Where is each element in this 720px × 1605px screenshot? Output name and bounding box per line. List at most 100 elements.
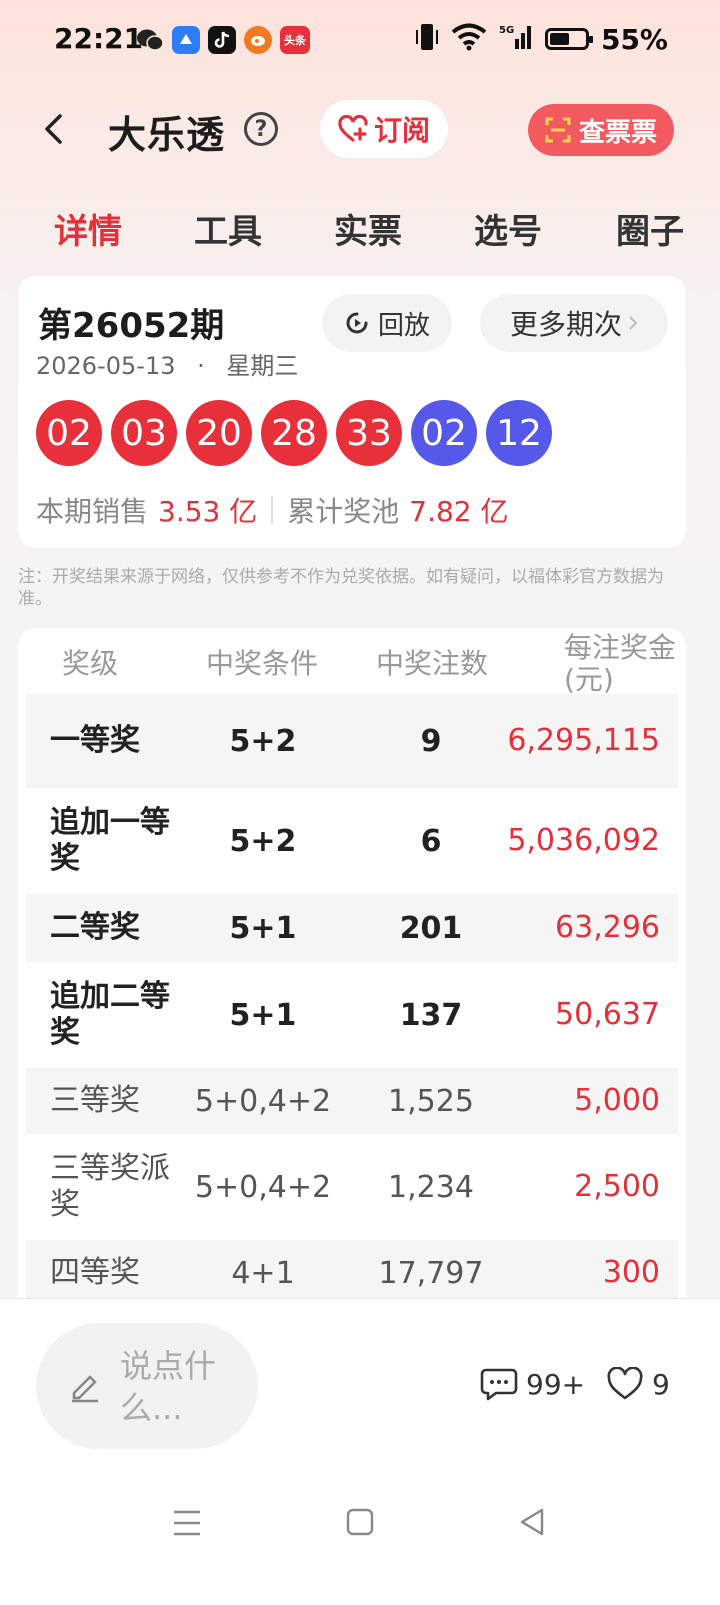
prize-count: 9 (420, 723, 442, 759)
prize-condition: 5+0,4+2 (194, 1083, 332, 1119)
pool-value: 7.82 亿 (409, 495, 509, 528)
prize-condition: 4+1 (231, 1255, 295, 1291)
draw-weekday: 星期三 (226, 352, 299, 380)
prize-amount: 6,295,115 (507, 723, 660, 758)
table-row: 追加一等奖 5+2 6 5,036,092 (26, 788, 678, 894)
like-count: 9 (652, 1367, 670, 1401)
header-amount: 每注奖金(元) (564, 631, 677, 696)
status-bar: 22:21 头条 5G 55% (0, 0, 720, 84)
menu-icon[interactable] (172, 1509, 202, 1537)
toutiao-icon: 头条 (280, 26, 310, 54)
prize-count: 201 (399, 910, 463, 946)
sales-summary: 本期销售 3.53 亿 累计奖池 7.82 亿 (36, 490, 509, 530)
chevron-left-icon (45, 114, 62, 144)
prize-condition: 5+1 (229, 910, 297, 946)
issue-number: 第26052期 (38, 306, 225, 346)
comment-count: 99+ (526, 1367, 586, 1401)
blue-ball: 02 (411, 400, 477, 466)
tiktok-icon (208, 26, 236, 54)
prize-amount: 300 (602, 1255, 660, 1290)
heart-icon (607, 1367, 643, 1400)
subscribe-button[interactable]: 订阅 (320, 100, 448, 158)
battery-fill (549, 33, 569, 45)
comments-button[interactable]: 99+ (480, 1367, 585, 1401)
table-row: 追加二等奖 5+1 137 50,637 (26, 962, 678, 1068)
prize-amount: 50,637 (555, 997, 660, 1032)
bottom-bar: 说点什么... 99+ 9 (0, 1298, 720, 1605)
disclaimer-note: 注：开奖结果来源于网络，仅供参考不作为兑奖依据。如有疑问，以福体彩官方数据为准。 (18, 567, 664, 609)
like-button[interactable]: 9 (606, 1367, 670, 1401)
tab-real-tickets[interactable]: 实票 (334, 204, 402, 253)
table-row: 三等奖 5+0,4+2 1,525 5,000 (26, 1068, 678, 1134)
weibo-icon (244, 26, 272, 54)
prize-count: 137 (399, 997, 463, 1033)
red-ball: 28 (261, 400, 327, 466)
comment-placeholder: 说点什么... (120, 1347, 217, 1427)
prize-count: 1,234 (388, 1169, 474, 1205)
cloud-app-icon (172, 26, 200, 54)
prize-condition: 5+2 (229, 723, 297, 759)
check-ticket-button[interactable]: 查票票 (528, 104, 674, 156)
draw-date-value: 2026-05-13 (36, 352, 176, 380)
status-time: 22:21 (54, 22, 144, 55)
tab-bar: 详情 工具 实票 选号 圈子 (0, 204, 720, 254)
red-ball: 02 (36, 400, 102, 466)
notification-icons: 头条 (136, 26, 310, 54)
back-button[interactable] (38, 112, 72, 146)
prize-amount: 5,000 (574, 1083, 660, 1118)
header-level: 奖级 (62, 647, 119, 680)
red-ball: 20 (186, 400, 252, 466)
more-issues-label: 更多期次 (509, 308, 622, 341)
scan-icon (545, 117, 571, 143)
more-issues-button[interactable]: 更多期次 (480, 294, 668, 352)
help-button[interactable]: ? (244, 112, 278, 146)
red-ball: 03 (111, 400, 177, 466)
header-condition: 中奖条件 (206, 647, 319, 680)
chevron-right-icon (629, 316, 638, 330)
comment-input[interactable]: 说点什么... (36, 1323, 258, 1449)
sales-value: 3.53 亿 (158, 495, 258, 528)
replay-button[interactable]: 回放 (322, 294, 452, 352)
comment-icon (480, 1368, 518, 1401)
winning-numbers: 02 03 20 28 33 02 12 (36, 400, 552, 466)
prize-amount: 5,036,092 (507, 823, 660, 858)
tab-pick-numbers[interactable]: 选号 (474, 204, 542, 253)
tab-circle[interactable]: 圈子 (616, 204, 684, 253)
replay-icon (346, 312, 368, 334)
prize-level: 二等奖 (50, 910, 140, 945)
divider (271, 496, 274, 524)
battery-icon (544, 28, 593, 50)
back-nav-icon[interactable] (518, 1507, 546, 1537)
check-ticket-label: 查票票 (578, 117, 657, 148)
prize-level: 追加一等奖 (50, 805, 170, 876)
prize-table: 奖级 中奖条件 中奖注数 每注奖金(元) 一等奖 5+2 9 6,295,115… (18, 628, 686, 1300)
tab-tools[interactable]: 工具 (194, 204, 262, 253)
tab-details[interactable]: 详情 (54, 204, 122, 253)
prize-condition: 5+0,4+2 (194, 1169, 332, 1205)
table-header: 奖级 中奖条件 中奖注数 每注奖金(元) (18, 628, 686, 696)
pool-label: 累计奖池 (287, 495, 400, 528)
wechat-icon (136, 26, 164, 54)
header-count: 中奖注数 (376, 647, 489, 680)
heart-plus-icon (338, 115, 368, 142)
wifi-icon (451, 23, 487, 55)
draw-result-card: 第26052期 回放 更多期次 2026-05-13 · 星期三 02 03 2… (18, 276, 686, 548)
prize-level: 追加二等奖 (50, 979, 170, 1050)
subscribe-label: 订阅 (373, 114, 430, 147)
pencil-icon (72, 1375, 98, 1403)
network-type: 5G (499, 25, 514, 36)
prize-level: 四等奖 (50, 1255, 140, 1290)
home-icon[interactable] (346, 1507, 374, 1537)
prize-count: 6 (420, 823, 442, 859)
table-row: 三等奖派奖 5+0,4+2 1,234 2,500 (26, 1134, 678, 1240)
replay-label: 回放 (377, 310, 430, 341)
system-nav-bar (0, 1495, 720, 1555)
prize-level: 一等奖 (50, 723, 140, 758)
prize-count: 1,525 (388, 1083, 474, 1119)
signal-icon: 5G (499, 23, 533, 55)
prize-level: 三等奖 (50, 1083, 140, 1118)
prize-count: 17,797 (378, 1255, 484, 1291)
red-ball: 33 (336, 400, 402, 466)
blue-ball: 12 (486, 400, 552, 466)
table-row: 二等奖 5+1 201 63,296 (26, 894, 678, 962)
